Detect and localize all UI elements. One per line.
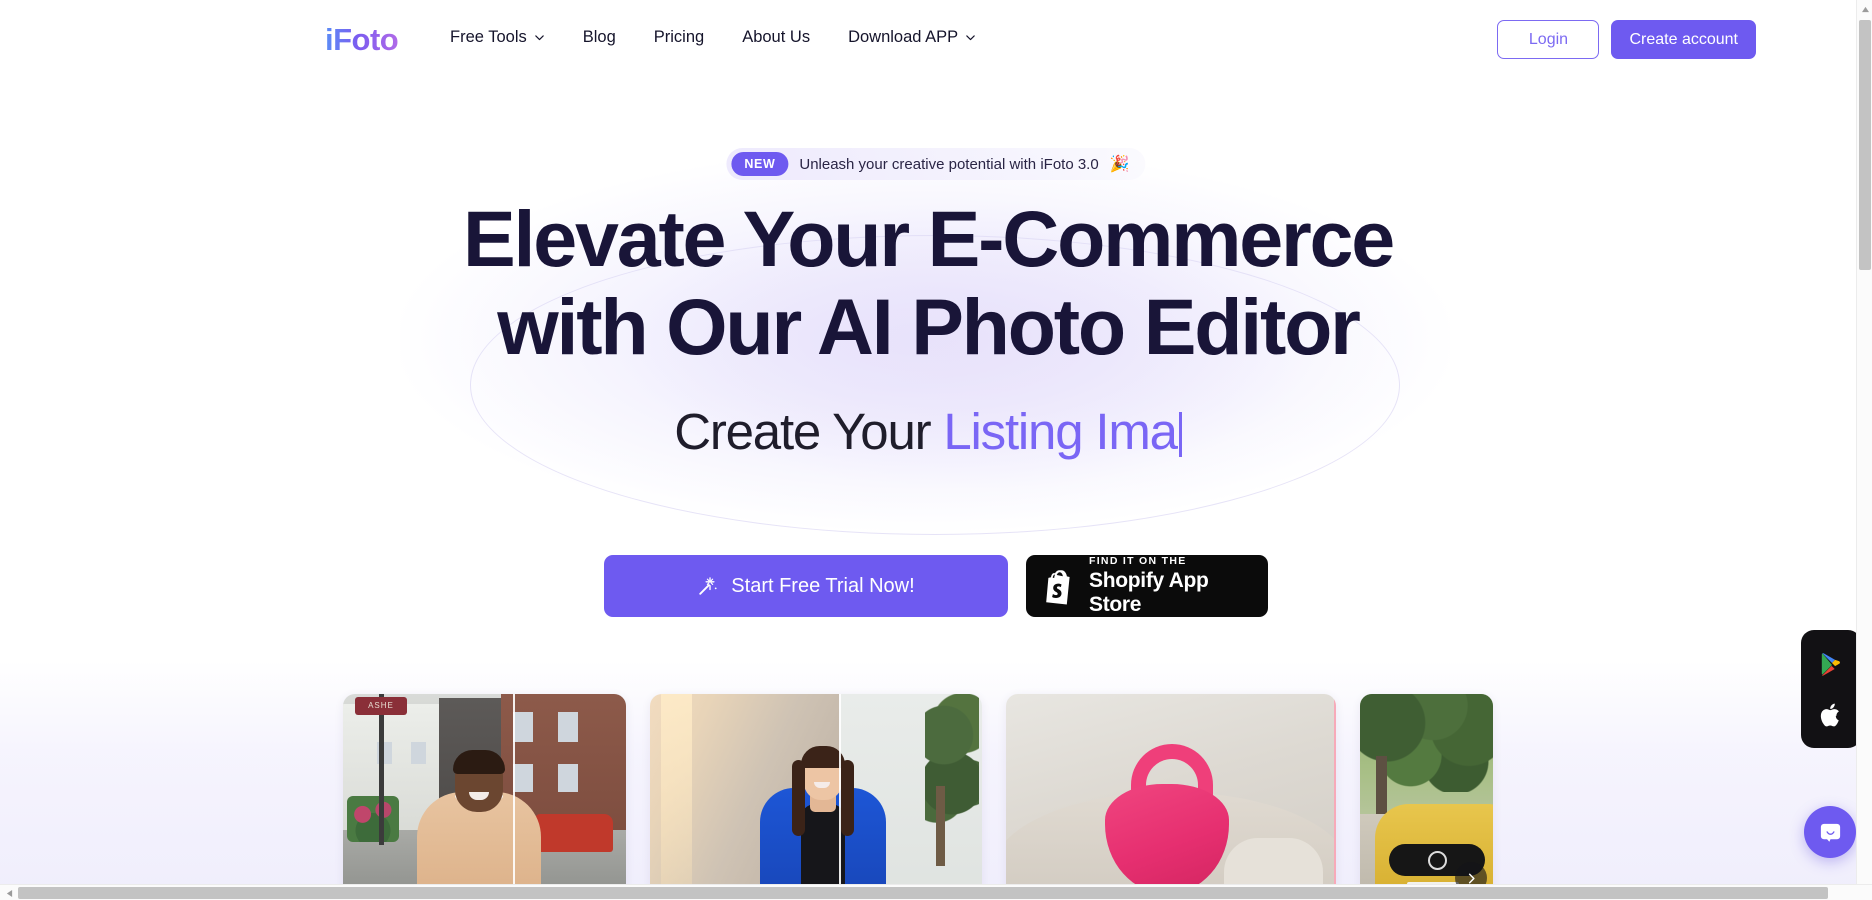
- hero-cta-group: Start Free Trial Now! FIND IT ON THE Sho…: [604, 555, 1268, 617]
- chevron-down-icon: [534, 32, 545, 43]
- announcement-text: Unleash your creative potential with iFo…: [799, 155, 1099, 173]
- gallery-card-yellow-car[interactable]: [1360, 694, 1493, 900]
- page-root: iFoto Free Tools Blog Pricing About Us D…: [0, 0, 1872, 900]
- scroll-left-arrow[interactable]: [2, 885, 16, 900]
- apple-icon[interactable]: [1817, 701, 1845, 729]
- announcement-banner[interactable]: NEW Unleash your creative potential with…: [726, 148, 1146, 180]
- shopify-app-store-badge[interactable]: FIND IT ON THE Shopify App Store: [1026, 555, 1268, 617]
- create-account-button[interactable]: Create account: [1611, 20, 1756, 59]
- app-download-widget[interactable]: [1801, 630, 1861, 748]
- gallery-card-man-street[interactable]: ASHE: [343, 694, 626, 900]
- auth-actions: Login Create account: [1497, 20, 1756, 59]
- card-image: [1006, 694, 1336, 900]
- horizontal-scrollbar[interactable]: [0, 884, 1872, 900]
- vertical-scrollbar[interactable]: [1856, 0, 1872, 884]
- subtitle-typed-text: Listing Ima: [943, 403, 1178, 461]
- gallery-card-pink-bag[interactable]: [1006, 694, 1336, 900]
- nav-item-free-tools[interactable]: Free Tools: [450, 28, 545, 47]
- nav-item-blog[interactable]: Blog: [583, 28, 616, 47]
- google-play-icon[interactable]: [1817, 650, 1845, 678]
- cta-label: Start Free Trial Now!: [731, 574, 915, 597]
- logo-ifoto[interactable]: iFoto: [325, 22, 399, 58]
- status-badge: NEW: [731, 152, 789, 176]
- magic-wand-icon: [697, 575, 719, 597]
- before-after-divider[interactable]: [1334, 694, 1336, 900]
- nav-item-pricing[interactable]: Pricing: [654, 28, 704, 47]
- nav-item-download-app[interactable]: Download APP: [848, 28, 976, 47]
- main-navigation: Free Tools Blog Pricing About Us Downloa…: [450, 28, 976, 47]
- shopify-bag-icon: [1043, 568, 1076, 605]
- horizontal-scroll-thumb[interactable]: [18, 887, 1828, 899]
- shopify-badge-text: FIND IT ON THE Shopify App Store: [1089, 555, 1251, 617]
- nav-label: About Us: [742, 28, 811, 46]
- page-title: Elevate Your E-Commerce with Our AI Phot…: [0, 195, 1856, 370]
- start-free-trial-button[interactable]: Start Free Trial Now!: [604, 555, 1008, 617]
- party-popper-icon: 🎉: [1109, 156, 1130, 173]
- nav-label: Free Tools: [450, 28, 527, 46]
- shopify-badge-caption: FIND IT ON THE: [1089, 555, 1187, 568]
- headline-line-1: Elevate Your E-Commerce: [463, 194, 1395, 283]
- shopify-badge-title: Shopify App Store: [1089, 568, 1209, 616]
- scroll-up-arrow[interactable]: [1857, 2, 1872, 16]
- before-after-divider[interactable]: [839, 694, 842, 900]
- triangle-up-icon: [1861, 6, 1869, 12]
- gallery-card-girl-jacket[interactable]: [650, 694, 982, 900]
- typing-caret: [1178, 412, 1182, 458]
- chat-support-button[interactable]: [1804, 806, 1856, 858]
- hero-subtitle: Create Your Listing Ima: [0, 402, 1856, 461]
- nav-label: Download APP: [848, 28, 959, 46]
- chevron-down-icon: [965, 32, 976, 43]
- login-button[interactable]: Login: [1497, 20, 1600, 59]
- nav-label: Pricing: [653, 28, 705, 46]
- triangle-left-icon: [6, 889, 12, 897]
- vertical-scroll-thumb[interactable]: [1859, 20, 1871, 270]
- nav-item-about-us[interactable]: About Us: [742, 28, 810, 47]
- nav-label: Blog: [582, 28, 616, 46]
- chat-bubble-icon: [1820, 823, 1840, 842]
- card-image: ASHE: [343, 694, 626, 900]
- site-header: iFoto Free Tools Blog Pricing About Us D…: [0, 0, 1856, 80]
- hero-section: Elevate Your E-Commerce with Our AI Phot…: [0, 195, 1856, 461]
- headline-line-2: with Our AI Photo Editor: [497, 281, 1361, 371]
- subtitle-static-text: Create Your: [674, 403, 944, 461]
- before-after-divider[interactable]: [512, 694, 515, 900]
- showcase-gallery: ASHE: [343, 694, 1493, 900]
